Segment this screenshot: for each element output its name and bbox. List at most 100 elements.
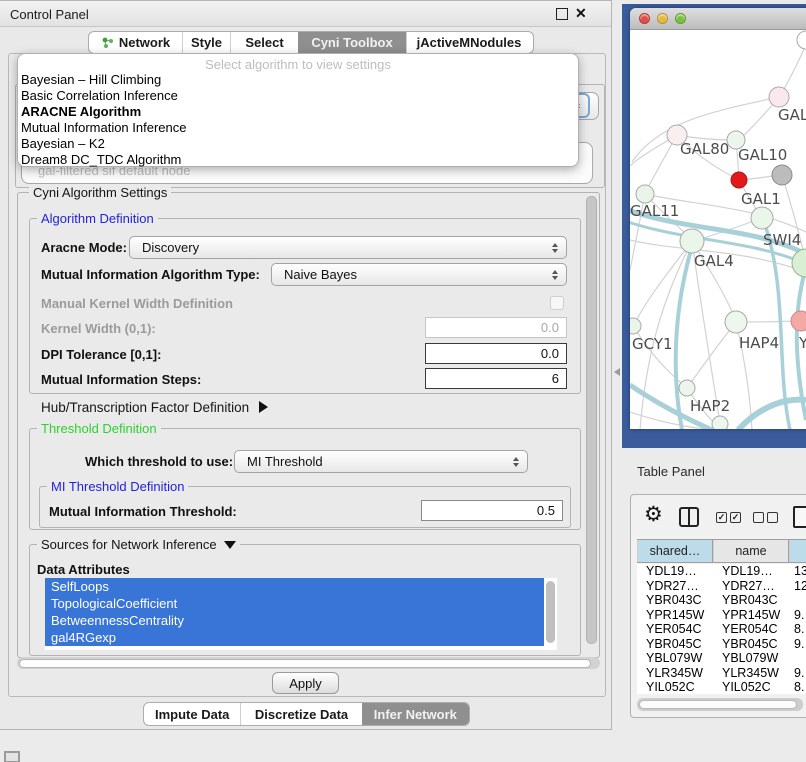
scrollbar-thumb[interactable] (639, 700, 797, 709)
table-row[interactable]: YER054CYER054C8. (637, 622, 806, 637)
algorithm-option[interactable]: Bayesian – K2 (18, 136, 578, 152)
network-node[interactable] (792, 249, 806, 277)
panel-collapse-handle[interactable] (614, 368, 620, 376)
column-header[interactable] (789, 540, 806, 562)
table-cell: YBL079W (713, 651, 789, 666)
network-node[interactable] (769, 87, 789, 107)
gear-icon[interactable]: ⚙ (644, 502, 663, 528)
combo-value: MI Threshold (247, 454, 323, 469)
dpi-tolerance-field[interactable]: 0.0 (425, 343, 567, 364)
table-cell: 13 (789, 564, 806, 579)
tab-select[interactable]: Select (230, 32, 298, 53)
network-node[interactable] (636, 185, 654, 203)
tab-infer-network[interactable]: Infer Network (362, 703, 469, 725)
float-window-icon[interactable] (556, 8, 568, 20)
field-value: 0.0 (541, 320, 559, 335)
tab-discretize-data[interactable]: Discretize Data (240, 703, 361, 725)
table-cell: YPR145W (637, 608, 713, 623)
node-label: GAL4 (694, 252, 734, 270)
node-label: SWI4 (763, 231, 801, 249)
settings-horizontal-scrollbar[interactable] (17, 657, 600, 669)
network-icon (101, 36, 114, 49)
table-row[interactable]: YLR345WYLR345W9. (637, 666, 806, 681)
table-horizontal-scrollbar[interactable] (637, 698, 803, 711)
settings-vertical-scrollbar[interactable] (586, 196, 597, 644)
network-node[interactable] (751, 207, 773, 229)
table-cell: 12 (789, 579, 806, 594)
table-header: shared… name (637, 539, 806, 563)
control-panel-tabs: Network Style Select Cyni Toolbox jActiv… (88, 31, 534, 54)
close-light-icon[interactable] (639, 13, 650, 24)
network-node[interactable] (731, 172, 747, 188)
column-header[interactable]: name (713, 540, 789, 562)
which-threshold-combo[interactable]: MI Threshold (234, 450, 528, 473)
data-attribute-item[interactable]: TopologicalCoefficient (45, 595, 544, 612)
network-node[interactable] (791, 311, 806, 331)
deselect-all-icon[interactable] (753, 512, 778, 523)
data-attribute-item[interactable]: BetweennessCentrality (45, 612, 544, 629)
table-row[interactable]: YBR045CYBR045C9. (637, 637, 806, 652)
data-attributes-label: Data Attributes (37, 559, 130, 580)
list-scrollbar[interactable] (546, 581, 555, 643)
kernel-width-label: Kernel Width (0,1): (41, 318, 156, 339)
group-title: MI Threshold Definition (47, 479, 188, 494)
tab-style[interactable]: Style (182, 32, 230, 53)
tab-network[interactable]: Network (89, 32, 182, 53)
page-icon[interactable] (793, 506, 806, 528)
algorithm-option[interactable]: Bayesian – Hill Climbing (18, 72, 578, 88)
network-node[interactable] (680, 229, 704, 253)
column-header[interactable]: shared… (637, 540, 713, 562)
apply-button[interactable]: Apply (272, 672, 339, 694)
combo-value: Discovery (142, 240, 199, 255)
table-row[interactable]: YPR145WYPR145W9. (637, 608, 806, 623)
minimize-light-icon[interactable] (657, 13, 668, 24)
data-attribute-item[interactable]: gal4RGexp (45, 629, 544, 646)
unchecked-box-icon (753, 512, 764, 523)
network-node[interactable] (797, 31, 806, 49)
tab-jactivemnodules[interactable]: jActiveMNodules (406, 32, 531, 53)
minimized-panel-icon[interactable] (4, 751, 20, 762)
algorithm-option[interactable]: Dream8 DC_TDC Algorithm (18, 152, 578, 168)
mi-algorithm-type-combo[interactable]: Naive Bayes (271, 263, 567, 286)
table-row[interactable]: YBL079WYBL079W (637, 651, 806, 666)
network-node[interactable] (679, 380, 695, 396)
table-row[interactable]: YBR043CYBR043C (637, 593, 806, 608)
node-label: GAL11 (630, 202, 679, 220)
algorithm-option[interactable]: ARACNE Algorithm (18, 104, 578, 120)
network-node[interactable] (630, 318, 641, 334)
scrollbar-thumb[interactable] (19, 659, 591, 668)
network-window-titlebar[interactable] (630, 8, 806, 30)
group-title: Cyni Algorithm Settings (29, 185, 171, 200)
table-cell (789, 651, 806, 666)
network-canvas[interactable]: GAL7GAL80GAL10GAL1GAL11SWI4GAL4GCY1HAP4Y… (630, 30, 806, 429)
network-node[interactable] (772, 165, 792, 185)
aracne-mode-combo[interactable]: Discovery (129, 236, 567, 259)
table-row[interactable]: YDR27…YDR27…12 (637, 579, 806, 594)
select-all-icon[interactable]: ✓ ✓ (716, 512, 741, 523)
hub-definition-expander[interactable]: Hub/Transcription Factor Definition (41, 398, 268, 416)
table-cell: 8. (789, 622, 806, 637)
table-cell: YDL19… (637, 564, 713, 579)
algorithm-option[interactable]: Basic Correlation Inference (18, 88, 578, 104)
tab-label: Select (245, 35, 283, 50)
algorithm-option[interactable]: Mutual Information Inference (18, 120, 578, 136)
network-node[interactable] (725, 311, 747, 333)
close-icon[interactable]: ✕ (575, 5, 587, 22)
tab-label: Style (191, 35, 222, 50)
manual-kernel-checkbox[interactable] (550, 296, 564, 310)
tab-cyni-toolbox[interactable]: Cyni Toolbox (298, 32, 406, 53)
node-label: GAL10 (738, 146, 787, 164)
data-attribute-item[interactable]: SelfLoops (45, 578, 544, 595)
sources-expander[interactable]: Sources for Network Inference (37, 537, 240, 552)
control-panel-body: gal-filtered sif default node Select alg… (8, 53, 606, 697)
kernel-width-field[interactable]: 0.0 (425, 317, 567, 338)
split-columns-icon[interactable] (679, 507, 699, 527)
network-node[interactable] (712, 416, 728, 429)
zoom-light-icon[interactable] (675, 13, 686, 24)
table-row[interactable]: YIL052CYIL052C8. (637, 680, 806, 694)
mi-threshold-field[interactable]: 0.5 (421, 500, 563, 521)
data-attributes-list[interactable]: SelfLoopsTopologicalCoefficientBetweenne… (45, 578, 557, 650)
table-row[interactable]: YDL19…YDL19…13 (637, 564, 806, 579)
tab-impute-data[interactable]: Impute Data (144, 703, 240, 725)
mi-steps-field[interactable]: 6 (425, 368, 567, 389)
